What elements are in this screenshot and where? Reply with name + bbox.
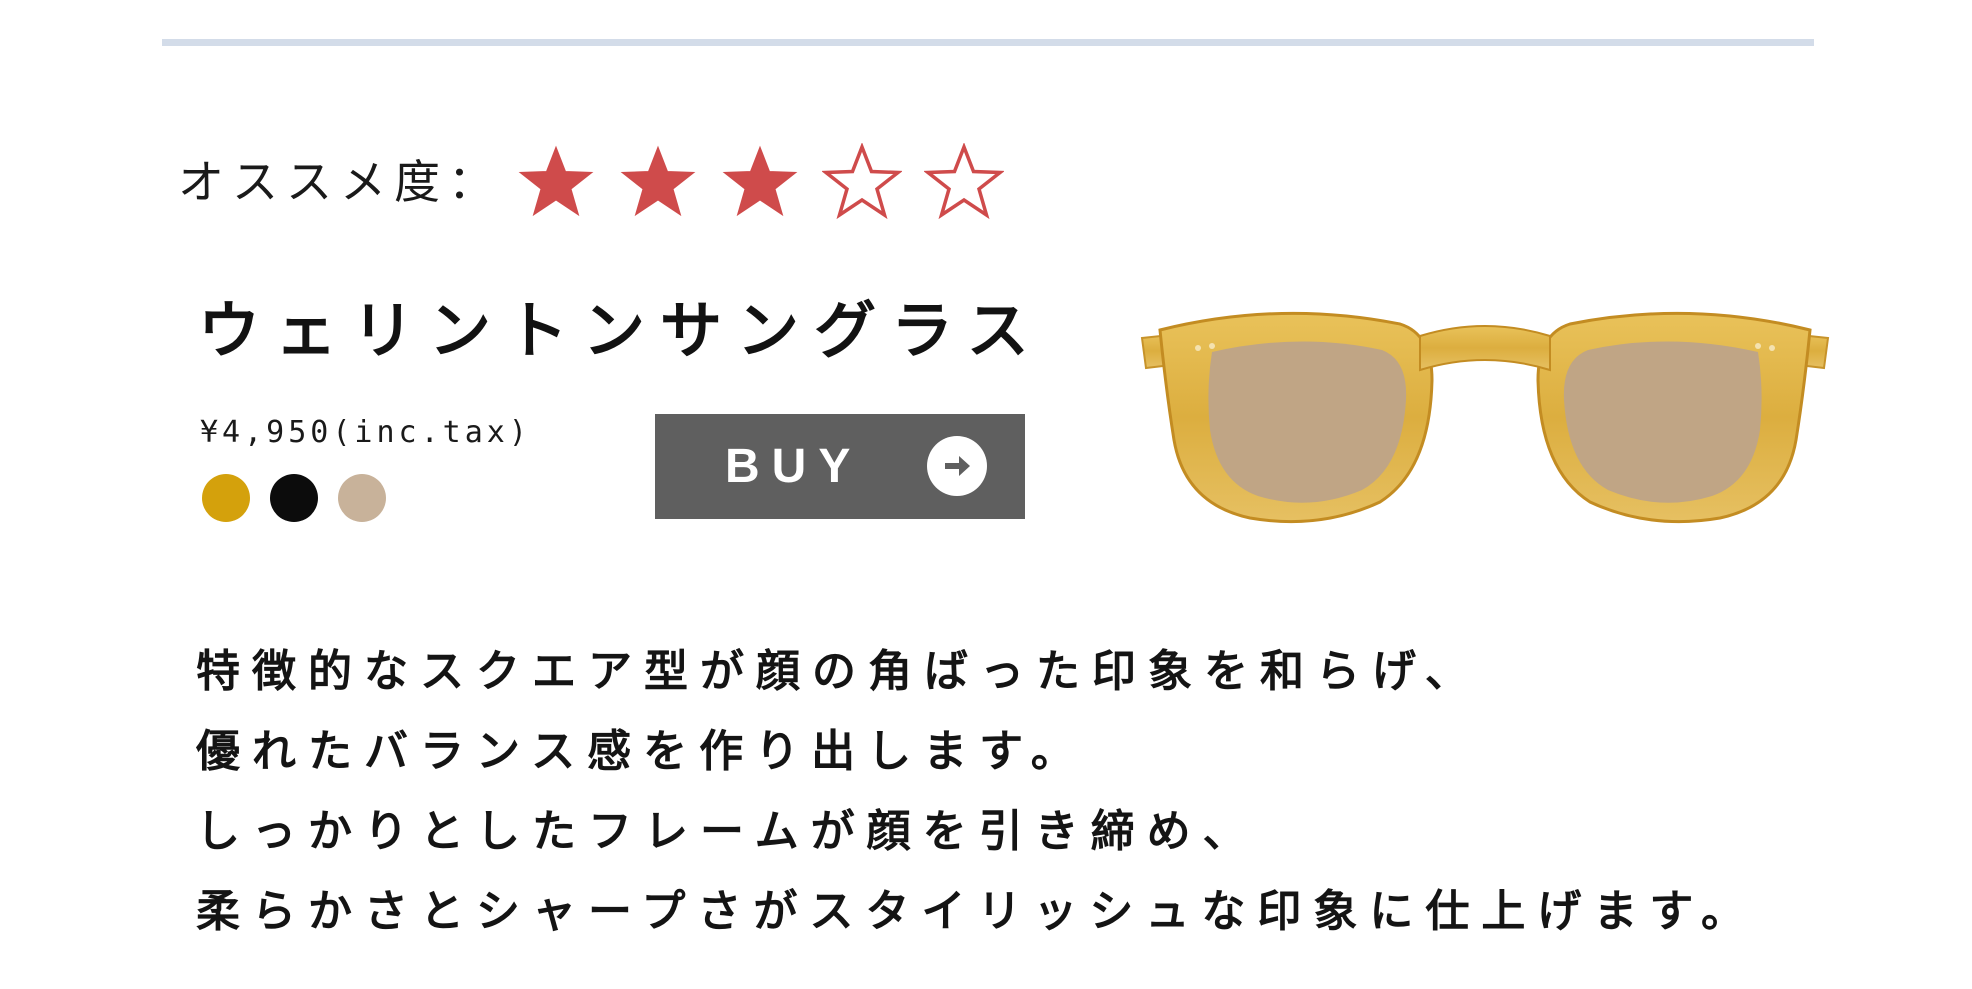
description-line: 柔らかさとシャープさがスタイリッシュな印象に仕上げます。: [196, 886, 1757, 937]
product-name: ウェリントンサングラス: [198, 294, 1044, 367]
star-filled-icon: [720, 143, 800, 221]
product-price: ¥4,950(inc.tax): [200, 415, 531, 450]
star-filled-icon: [516, 143, 596, 221]
color-swatch-1[interactable]: [202, 474, 250, 522]
star-outline-icon: [822, 143, 902, 221]
arrow-right-circle-icon: [927, 436, 987, 496]
sunglasses-image: [1140, 290, 1830, 530]
recommendation-rating: オススメ度：: [178, 137, 1004, 227]
description-line: しっかりとしたフレームが顔を引き締め、: [196, 806, 1259, 857]
buy-button[interactable]: BUY: [655, 414, 1025, 519]
rating-stars: [516, 143, 1004, 221]
color-swatches: [202, 474, 386, 522]
star-filled-icon: [618, 143, 698, 221]
star-outline-icon: [924, 143, 1004, 221]
color-swatch-2[interactable]: [270, 474, 318, 522]
description-line: 特徴的なスクエア型が顔の角ばった印象を和らげ、: [196, 646, 1481, 697]
rating-label: オススメ度：: [178, 155, 502, 209]
color-swatch-3[interactable]: [338, 474, 386, 522]
description-line: 優れたバランス感を作り出します。: [196, 726, 1087, 777]
product-description: 特徴的なスクエア型が顔の角ばった印象を和らげ、 優れたバランス感を作り出します。…: [196, 632, 1757, 952]
buy-button-label: BUY: [725, 439, 863, 493]
top-divider: [162, 39, 1814, 46]
